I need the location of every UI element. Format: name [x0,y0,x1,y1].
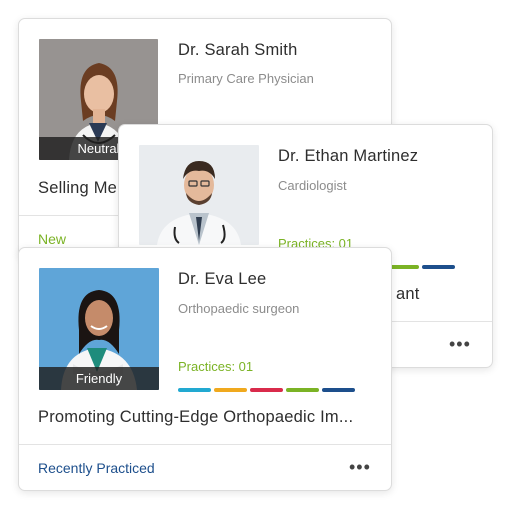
doctor-name: Dr. Eva Lee [178,270,267,288]
progress-segment [322,388,355,392]
more-horizontal-icon[interactable]: ••• [449,334,471,355]
practices-count: Practices: 01 [178,359,254,374]
progress-segment [250,388,283,392]
doctor-name: Dr. Sarah Smith [178,41,298,59]
more-horizontal-icon[interactable]: ••• [349,457,371,478]
status-label: New [38,231,67,247]
doctor-specialty: Cardiologist [278,178,347,193]
progress-segment [178,388,211,392]
scenario-title: Selling Me [38,179,118,197]
doctor-name: Dr. Ethan Martinez [278,147,419,165]
progress-bars [178,388,355,392]
doctor-photo-ethan [139,145,259,245]
progress-segment [422,265,455,269]
mood-label: Friendly [39,367,159,390]
scenario-title: Promoting Cutting-Edge Orthopaedic Im... [38,408,354,426]
scenario-title: ant [396,285,420,303]
progress-segment [286,388,319,392]
progress-segment [214,388,247,392]
doctor-specialty: Primary Care Physician [178,71,314,86]
doctor-card-eva-lee[interactable]: Friendly Dr. Eva Lee Orthopaedic surgeon… [18,247,392,491]
card-divider [19,444,391,445]
doctor-photo-eva: Friendly [39,268,159,390]
doctor-specialty: Orthopaedic surgeon [178,301,300,316]
status-label: Recently Practiced [38,460,155,476]
